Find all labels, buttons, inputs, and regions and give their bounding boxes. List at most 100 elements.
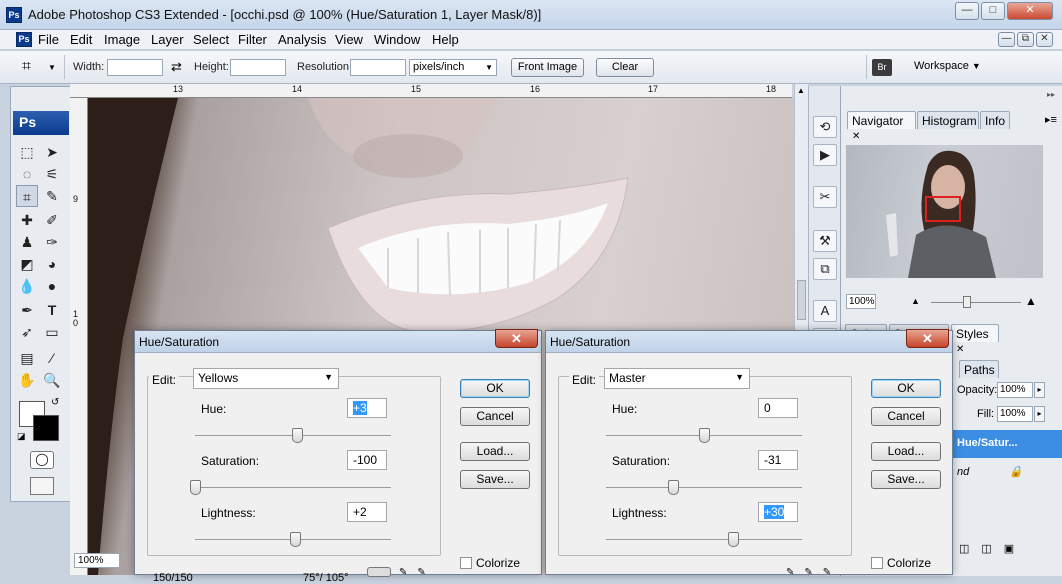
status-zoom[interactable]: 100% xyxy=(74,553,120,568)
scroll-up-icon[interactable]: ▲ xyxy=(797,86,805,95)
load-button[interactable]: Load... xyxy=(460,442,530,461)
save-button[interactable]: Save... xyxy=(460,470,530,489)
load-button[interactable]: Load... xyxy=(871,442,941,461)
menu-file[interactable]: File xyxy=(38,32,59,47)
tab-navigator[interactable]: Navigator ✕ xyxy=(847,111,916,142)
saturation-slider-thumb[interactable] xyxy=(667,480,679,495)
tab-styles[interactable]: Styles ✕ xyxy=(951,324,999,355)
eyedropper-sample-tool-icon[interactable]: ⁄ xyxy=(41,347,63,369)
opacity-arrow-icon[interactable]: ▸ xyxy=(1034,382,1045,398)
opacity-field[interactable]: 100% xyxy=(997,382,1033,398)
dodge-tool-icon[interactable]: ● xyxy=(41,275,63,297)
history-brush-tool-icon[interactable]: ✑ xyxy=(41,231,63,253)
hue-input[interactable]: 0 xyxy=(758,398,798,418)
crop-tool-icon[interactable]: ⌗ xyxy=(22,58,31,76)
zoom-in-icon[interactable]: ▲ xyxy=(1025,294,1037,308)
menu-filter[interactable]: Filter xyxy=(238,32,267,47)
lightness-slider-thumb[interactable] xyxy=(289,532,301,547)
blur-tool-icon[interactable]: 💧 xyxy=(16,275,38,297)
zoom-slider-track[interactable] xyxy=(931,302,1021,303)
tool-preset-dropdown-icon[interactable]: ▼ xyxy=(48,63,56,72)
crop-tool-icon[interactable]: ⌗ xyxy=(16,185,38,207)
saturation-slider-thumb[interactable] xyxy=(190,480,201,495)
brushes-panel-icon[interactable]: ⚒ xyxy=(813,230,837,252)
cancel-button[interactable]: Cancel xyxy=(460,407,530,426)
collapse-dock-icon[interactable]: ▸▸ xyxy=(1047,90,1055,99)
magic-wand-tool-icon[interactable]: ⚟ xyxy=(41,163,63,185)
actions-panel-icon[interactable]: ▶ xyxy=(813,144,837,166)
path-selection-tool-icon[interactable]: ➶ xyxy=(16,321,38,343)
tab-info[interactable]: Info xyxy=(980,111,1010,129)
clone-stamp-tool-icon[interactable]: ♟ xyxy=(16,231,38,253)
layer-row-background[interactable]: nd 🔒 xyxy=(953,460,1062,486)
doc-restore-button[interactable]: ⧉ xyxy=(1017,32,1034,47)
save-button[interactable]: Save... xyxy=(871,470,941,489)
menu-view[interactable]: View xyxy=(335,32,363,47)
lightness-slider-track[interactable] xyxy=(606,539,802,540)
layers-footer-icons[interactable]: ◫◫▣ xyxy=(959,542,1026,555)
saturation-slider-track[interactable] xyxy=(606,487,802,488)
ok-button[interactable]: OK xyxy=(871,379,941,398)
ok-button[interactable]: OK xyxy=(460,379,530,398)
dialog-close-button[interactable]: ✕ xyxy=(906,329,949,348)
cancel-button[interactable]: Cancel xyxy=(871,407,941,426)
zoom-slider-thumb[interactable] xyxy=(963,296,971,308)
maximize-button[interactable]: □ xyxy=(981,2,1005,20)
edit-channel-select[interactable]: Master ▼ xyxy=(604,368,750,389)
swap-icon[interactable]: ⇄ xyxy=(171,59,182,75)
eraser-tool-icon[interactable]: ◩ xyxy=(16,253,38,275)
shape-tool-icon[interactable]: ▭ xyxy=(41,321,63,343)
layer-row-hue-saturation[interactable]: Hue/Satur... xyxy=(953,430,1062,458)
brush-tool-icon[interactable]: ✐ xyxy=(41,209,63,231)
history-panel-icon[interactable]: ⟲ xyxy=(813,116,837,138)
fill-field[interactable]: 100% xyxy=(997,406,1033,422)
menu-select[interactable]: Select xyxy=(193,32,229,47)
character-panel-icon[interactable]: A xyxy=(813,300,837,322)
resolution-input[interactable] xyxy=(350,59,406,76)
lightness-input[interactable]: +2 xyxy=(347,502,387,522)
lightness-slider-thumb[interactable] xyxy=(728,532,740,547)
marquee-tool-icon[interactable]: ⬚ xyxy=(16,141,38,163)
tool-presets-icon[interactable]: ✂ xyxy=(813,186,837,208)
navigator-thumbnail[interactable] xyxy=(846,145,1043,278)
edit-channel-select[interactable]: Yellows ▼ xyxy=(193,368,339,389)
hue-input[interactable]: +3 xyxy=(347,398,387,418)
saturation-slider-track[interactable] xyxy=(195,487,391,488)
scroll-thumb[interactable] xyxy=(797,280,806,320)
colorize-checkbox[interactable] xyxy=(871,557,883,569)
colorize-checkbox[interactable] xyxy=(460,557,472,569)
default-colors-icon[interactable]: ◪ xyxy=(17,431,26,442)
tab-paths[interactable]: Paths xyxy=(959,360,999,378)
pen-tool-icon[interactable]: ✒ xyxy=(16,299,38,321)
clear-button[interactable]: Clear xyxy=(596,58,654,77)
navigator-zoom-field[interactable]: 100% xyxy=(846,294,876,309)
eyedropper-icons[interactable]: ✎✎✎ xyxy=(786,567,841,578)
background-color-swatch[interactable] xyxy=(33,415,59,441)
hand-tool-icon[interactable]: ✋ xyxy=(16,369,38,391)
close-icon[interactable]: ✕ xyxy=(956,344,964,355)
minimize-button[interactable]: — xyxy=(955,2,979,20)
fill-arrow-icon[interactable]: ▸ xyxy=(1034,406,1045,422)
doc-close-button[interactable]: ✕ xyxy=(1036,32,1053,47)
width-input[interactable] xyxy=(107,59,163,76)
tab-histogram[interactable]: Histogram xyxy=(917,111,979,129)
eyedropper-tool-icon[interactable]: ✎ xyxy=(41,185,63,207)
close-icon[interactable]: ✕ xyxy=(852,131,860,142)
doc-minimize-button[interactable]: — xyxy=(998,32,1015,47)
dialog-titlebar[interactable]: Hue/Saturation xyxy=(546,331,952,353)
zoom-out-icon[interactable]: ▲ xyxy=(911,296,920,306)
dialog-close-button[interactable]: ✕ xyxy=(495,329,538,348)
front-image-button[interactable]: Front Image xyxy=(511,58,584,77)
hue-slider-thumb[interactable] xyxy=(291,428,303,443)
menu-analysis[interactable]: Analysis xyxy=(278,32,326,47)
dialog-titlebar[interactable]: Hue/Saturation xyxy=(135,331,541,353)
lasso-tool-icon[interactable]: ◌ xyxy=(16,163,38,185)
lightness-input[interactable]: +30 xyxy=(758,502,798,522)
healing-brush-tool-icon[interactable]: ✚ xyxy=(16,209,38,231)
menu-edit[interactable]: Edit xyxy=(70,32,92,47)
panel-menu-icon[interactable]: ▸≡ xyxy=(1045,113,1057,126)
eyedropper-plus-minus-icons[interactable]: ✎✎ xyxy=(399,567,436,578)
quick-mask-icon[interactable]: ◯ xyxy=(30,451,54,469)
menu-image[interactable]: Image xyxy=(104,32,140,47)
menu-help[interactable]: Help xyxy=(432,32,459,47)
